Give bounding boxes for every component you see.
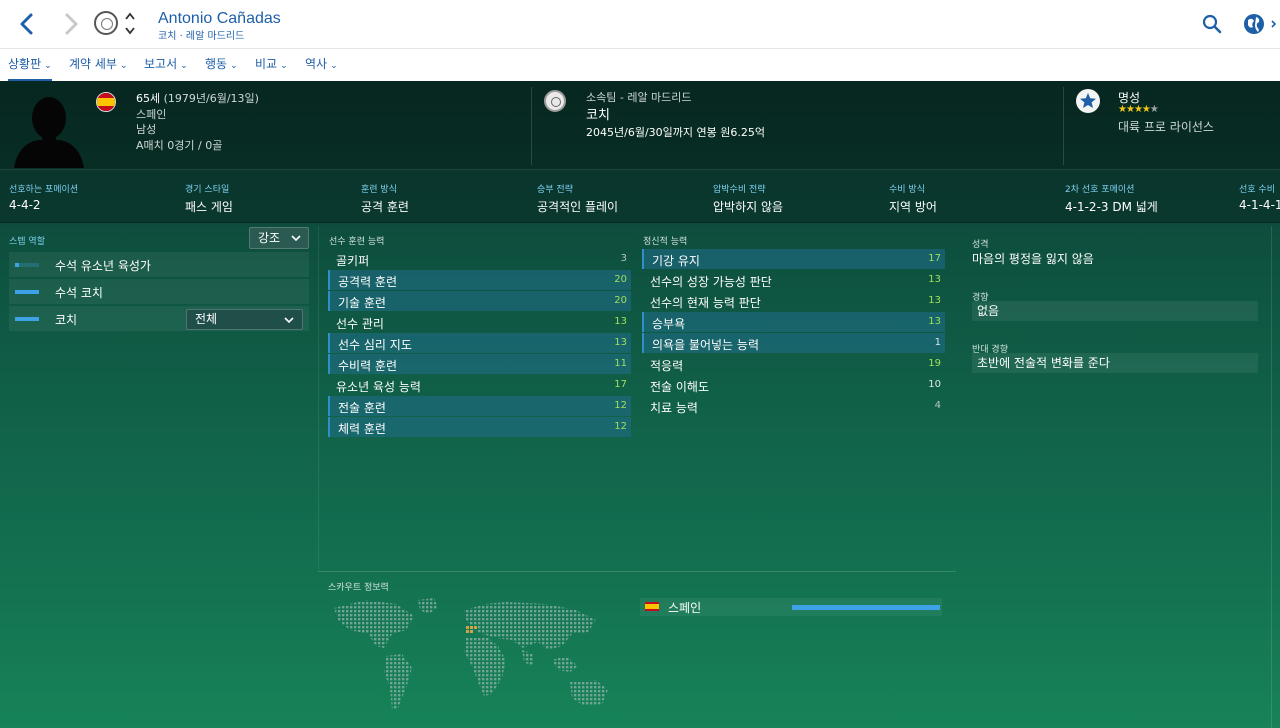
world-map[interactable] <box>326 590 626 728</box>
star-badge-icon <box>1076 89 1100 113</box>
scout-knowledge-bar <box>792 605 940 610</box>
staff-roles-title: 스텝 역할 <box>9 237 45 247</box>
chevron-down-icon: ⌄ <box>330 61 338 71</box>
reputation-stars: ★★★★★ <box>1118 104 1159 115</box>
nationality-text: 스페인 <box>136 108 167 121</box>
scout-knowledge-row[interactable]: 스페인 <box>640 598 942 616</box>
menu-reports[interactable]: 보고서 ⌄ <box>144 49 188 81</box>
up-down-arrows-icon[interactable] <box>123 10 137 38</box>
club-text[interactable]: 소속팀 - 레알 마드리드 <box>586 89 692 105</box>
attr-determination[interactable]: 승부욕 13 <box>642 312 945 332</box>
attr-mental-coaching[interactable]: 선수 심리 지도 13 <box>328 333 631 353</box>
attr-judging-ability[interactable]: 선수의 현재 능력 판단 13 <box>642 291 945 311</box>
suitability-bar <box>15 317 39 321</box>
globe-icon[interactable] <box>1242 12 1278 36</box>
caps-text: A매치 0경기 / 0골 <box>136 139 223 152</box>
chevron-down-icon: ⌄ <box>280 61 288 71</box>
role-filter-select[interactable]: 전체 <box>186 309 303 330</box>
tactics-strip: 선호하는 포메이션 4-4-2 경기 스타일 패스 게임 훈련 방식 공격 훈련 승부… <box>0 169 1280 223</box>
coaching-title: 선수 훈련 능력 <box>329 237 385 247</box>
attr-adaptability[interactable]: 적응력 19 <box>642 354 945 374</box>
attr-judging-potential[interactable]: 선수의 성장 가능성 판단 13 <box>642 270 945 290</box>
chevron-down-icon: ⌄ <box>230 61 238 71</box>
attr-fitness[interactable]: 체력 훈련 12 <box>328 417 631 437</box>
attr-motivating[interactable]: 의욕을 불어넣는 능력 1 <box>642 333 945 353</box>
chevron-down-icon: ⌄ <box>44 61 52 71</box>
suitability-bar <box>15 263 39 267</box>
spain-flag-icon <box>645 602 659 611</box>
chevron-down-icon: ⌄ <box>180 61 188 71</box>
star-icon: ★ <box>1141 104 1151 115</box>
personality-value: 마음의 평정을 잃지 않음 <box>972 252 1094 266</box>
star-icon: ★ <box>1133 104 1143 115</box>
suitability-bar <box>15 290 39 294</box>
mental-title: 정신적 능력 <box>643 237 688 247</box>
spain-flag-icon <box>96 92 116 112</box>
page-subtitle: 코치 · 레알 마드리드 <box>158 31 245 42</box>
page-title: Antonio Cañadas <box>158 10 281 27</box>
chevron-down-icon <box>284 317 294 324</box>
star-icon: ★ <box>1149 104 1159 115</box>
attr-tactical[interactable]: 전술 훈련 12 <box>328 396 631 416</box>
menu-overview[interactable]: 상황판 ⌄ <box>8 49 52 81</box>
attr-goalkeeping[interactable]: 골키퍼 3 <box>328 249 631 269</box>
role-text: 코치 <box>586 108 610 123</box>
tendency-value: 없음 <box>972 301 1258 321</box>
search-icon[interactable] <box>1201 13 1223 35</box>
role-row[interactable]: 수석 코치 <box>9 279 309 304</box>
emphasis-dropdown[interactable]: 강조 <box>249 227 309 249</box>
reputation-level: 대륙 프로 라이선스 <box>1118 120 1214 134</box>
menu-compare[interactable]: 비교 ⌄ <box>255 49 288 81</box>
attr-man-management[interactable]: 선수 관리 13 <box>328 312 631 332</box>
menu-bar: 상황판 ⌄ 계약 세부 ⌄ 보고서 ⌄ 행동 ⌄ 비교 ⌄ 역사 ⌄ <box>0 48 1280 81</box>
club-badge-icon[interactable] <box>544 90 566 112</box>
opposite-tendency-value: 초반에 전술적 변화를 준다 <box>972 353 1258 373</box>
attr-discipline[interactable]: 기강 유지 17 <box>642 249 945 269</box>
attr-youth[interactable]: 유소년 육성 능력 17 <box>328 375 631 395</box>
personality-title: 성격 <box>972 240 989 250</box>
forward-arrow-icon[interactable] <box>58 10 84 38</box>
gender-text: 남성 <box>136 123 157 136</box>
avatar <box>12 88 86 168</box>
role-row[interactable]: 수석 유소년 육성가 <box>9 252 309 277</box>
top-bar: Antonio Cañadas 코치 · 레알 마드리드 <box>0 0 1280 48</box>
menu-actions[interactable]: 행동 ⌄ <box>205 49 238 81</box>
chevron-down-icon <box>291 235 301 242</box>
chevron-down-icon: ⌄ <box>119 61 128 71</box>
back-arrow-icon[interactable] <box>14 10 40 38</box>
age-text: 65세 (1979년/6월/13일) <box>136 92 259 105</box>
divider <box>1063 87 1064 165</box>
attr-defending[interactable]: 수비력 훈련 11 <box>328 354 631 374</box>
contract-text: 2045년/6월/30일까지 연봉 원6.25억 <box>586 126 765 139</box>
star-icon: ★ <box>1125 104 1135 115</box>
attr-attacking[interactable]: 공격력 훈련 20 <box>328 270 631 290</box>
menu-contract[interactable]: 계약 세부 ⌄ <box>69 49 128 81</box>
scout-country: 스페인 <box>668 601 702 615</box>
divider <box>318 571 956 572</box>
attr-technical[interactable]: 기술 훈련 20 <box>328 291 631 311</box>
menu-history[interactable]: 역사 ⌄ <box>305 49 338 81</box>
divider <box>531 87 532 165</box>
scrollbar[interactable] <box>1271 226 1280 728</box>
attr-tactical-knowledge[interactable]: 전술 이해도 10 <box>642 375 945 395</box>
attr-physiotherapy[interactable]: 치료 능력 4 <box>642 396 945 416</box>
star-icon: ★ <box>1118 104 1127 115</box>
club-crest-icon[interactable] <box>94 11 118 35</box>
